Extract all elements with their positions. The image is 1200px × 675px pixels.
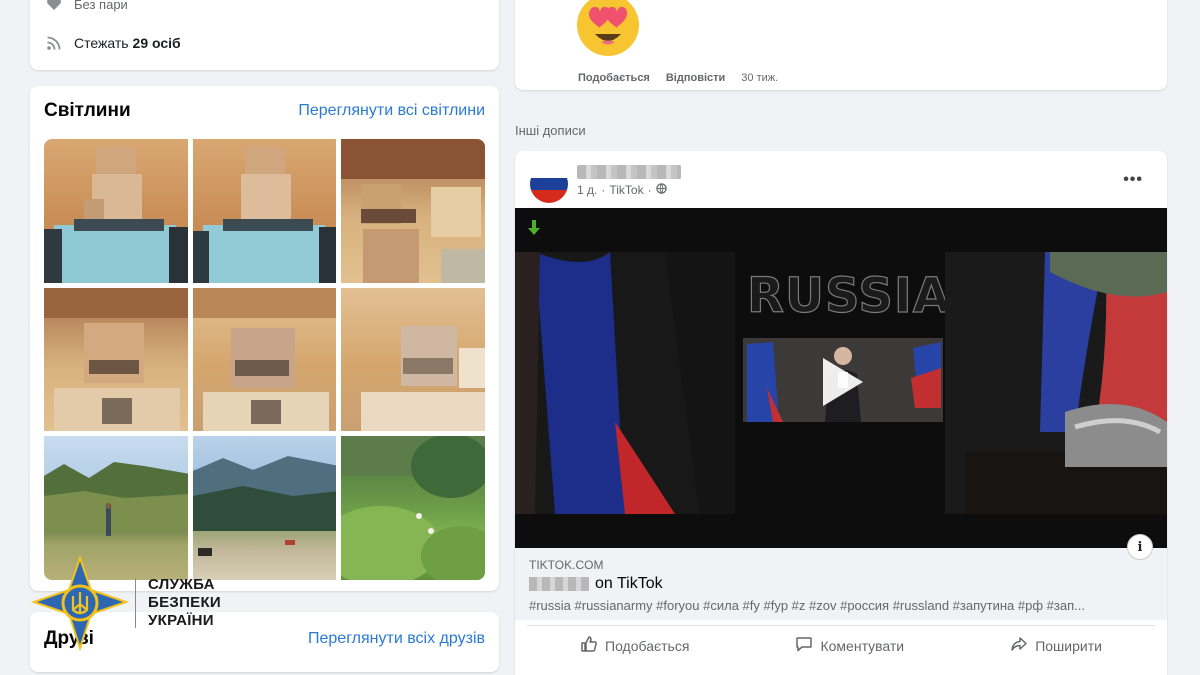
intro-card: Без пари Стежать 29 осіб [30, 0, 499, 70]
download-arrow-icon [527, 220, 541, 241]
photo-thumbnail[interactable] [341, 287, 485, 432]
photos-header: Світлини Переглянути всі світлини [44, 100, 485, 122]
video-flag-right [945, 252, 1167, 514]
post-meta: 1 д. · TikTok · [577, 183, 667, 197]
sbu-line-3: УКРАЇНИ [148, 612, 214, 629]
previous-post-card: Подобається Відповісти 30 тиж. [515, 0, 1167, 90]
share-button[interactable]: Поширити [1000, 629, 1112, 662]
photo-thumbnail[interactable] [341, 436, 485, 580]
heart-eyes-emoji-icon [575, 0, 641, 58]
globe-icon [655, 183, 667, 197]
photo-thumbnail[interactable] [192, 139, 337, 283]
video-player[interactable]: RUSSIA [515, 208, 1167, 548]
play-button-icon[interactable] [819, 356, 865, 413]
photos-title: Світлини [44, 100, 131, 121]
avatar[interactable] [530, 165, 568, 203]
post-actions-bar: Подобається Коментувати Поширити [527, 625, 1155, 665]
rss-feed-icon [44, 33, 64, 53]
comment-actions: Подобається Відповісти 30 тиж. [578, 72, 778, 84]
sbu-line-2: БЕЗПЕКИ [148, 594, 222, 611]
post-source: TikTok [609, 183, 644, 197]
photos-card: Світлини Переглянути всі світлини [30, 86, 499, 591]
sbu-logo-text: СЛУЖБА БЕЗПЕКИ УКРАЇНИ [148, 576, 221, 630]
post-time[interactable]: 1 д. [577, 183, 597, 197]
comment-label: Коментувати [820, 637, 905, 654]
relationship-text: Без пари [74, 0, 128, 12]
more-options-icon[interactable]: ••• [1123, 171, 1143, 189]
share-label: Поширити [1035, 637, 1102, 654]
photo-thumbnail[interactable] [44, 287, 188, 432]
link-title-text: on TikTok [595, 575, 663, 592]
link-hashtags: #russia #russianarmy #foryou #сила #fy #… [529, 598, 1085, 613]
comment-bubble-icon [795, 635, 813, 656]
comment-timestamp: 30 тиж. [741, 72, 779, 84]
video-title-text: RUSSIA [746, 267, 951, 324]
heart-icon [44, 0, 64, 14]
followers-count[interactable]: 29 осіб [133, 35, 181, 51]
author-name-blurred[interactable] [577, 165, 681, 179]
video-flag-left [515, 252, 735, 514]
link-preview[interactable]: TIKTOK.COM on TikTok #russia #russianarm… [515, 548, 1167, 620]
see-all-photos-link[interactable]: Переглянути всі світлини [298, 102, 485, 120]
photo-grid [44, 139, 485, 580]
photo-thumbnail[interactable] [341, 139, 485, 283]
share-arrow-icon [1010, 635, 1028, 656]
link-title[interactable]: on TikTok [529, 575, 663, 593]
see-all-friends-link[interactable]: Переглянути всіх друзів [308, 630, 485, 648]
post-card: 1 д. · TikTok · ••• RUSSIA i TIKTOK.COM … [515, 151, 1167, 675]
link-title-blurred [529, 577, 589, 591]
reply-comment-link[interactable]: Відповісти [666, 72, 725, 84]
logo-divider [135, 578, 136, 628]
like-label: Подобається [605, 637, 690, 654]
photo-thumbnail[interactable] [44, 139, 188, 283]
sbu-line-1: СЛУЖБА [148, 576, 215, 593]
section-label: Інші дописи [515, 123, 586, 138]
link-domain: TIKTOK.COM [529, 558, 604, 572]
like-button[interactable]: Подобається [570, 629, 699, 662]
relationship-row: Без пари [44, 0, 128, 14]
info-icon[interactable]: i [1127, 534, 1153, 560]
photo-thumbnail[interactable] [192, 287, 337, 432]
followers-prefix: Стежать [74, 35, 129, 51]
comment-button[interactable]: Коментувати [785, 629, 914, 662]
followers-row[interactable]: Стежать 29 осіб [44, 33, 181, 53]
like-comment-link[interactable]: Подобається [578, 72, 650, 84]
thumbs-up-icon [580, 635, 598, 656]
